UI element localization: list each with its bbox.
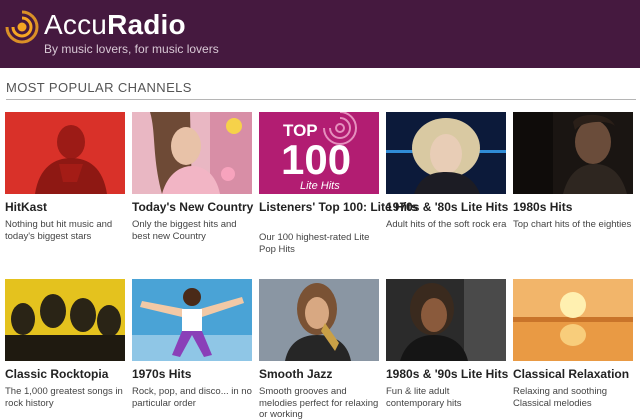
photo-blonde-singer-icon[interactable] <box>386 112 506 194</box>
channel-title[interactable]: Classical Relaxation <box>513 367 635 381</box>
channel-description: Nothing but hit music and today's bigges… <box>5 219 113 242</box>
channel-title[interactable]: Classic Rocktopia <box>5 367 127 381</box>
radio-waves-logo-icon[interactable] <box>4 9 40 45</box>
photo-jumping-performer-icon[interactable] <box>132 279 252 361</box>
brand-bold-text: Radio <box>107 9 186 40</box>
top100-sub-text: Lite Hits <box>300 180 340 192</box>
photo-country-artist-icon[interactable] <box>132 112 252 194</box>
channel-description: The 1,000 greatest songs in rock history <box>5 386 123 409</box>
channel-title[interactable]: 1980s & '90s Lite Hits <box>386 367 508 381</box>
site-header: AccuRadio By music lovers, for music lov… <box>0 0 640 68</box>
channel-description: Adult hits of the soft rock era <box>386 219 507 230</box>
channel-title[interactable]: Today's New Country <box>132 200 254 214</box>
photo-rock-band-icon[interactable] <box>5 279 125 361</box>
brand-tagline: By music lovers, for music lovers <box>44 42 219 56</box>
channel-description: Relaxing and soothing Classical melodies <box>513 386 608 409</box>
section-title: MOST POPULAR CHANNELS <box>6 80 192 95</box>
photo-sunset-reflection-icon[interactable] <box>513 279 633 361</box>
photo-red-artist-icon[interactable] <box>5 112 125 194</box>
section-divider <box>6 99 636 100</box>
channel-description: Smooth grooves and melodies perfect for … <box>259 386 379 419</box>
channel-description: Our 100 highest-rated Lite Pop Hits <box>259 232 370 255</box>
top100-number-text: 100 <box>281 136 351 183</box>
photo-saxophonist-icon[interactable] <box>259 279 379 361</box>
channel-description: Only the biggest hits and best new Count… <box>132 219 237 242</box>
photo-diva-singer-icon[interactable] <box>386 279 506 361</box>
photo-80s-singer-icon[interactable] <box>513 112 633 194</box>
channel-title[interactable]: Listeners' Top 100: Lite Hits <box>259 200 418 214</box>
channel-title[interactable]: 1970s Hits <box>132 367 254 381</box>
brand-light-text: Accu <box>44 9 108 40</box>
top100-logo-icon[interactable]: TOP 100 Lite Hits <box>259 112 379 194</box>
channel-description: Rock, pop, and disco... in no particular… <box>132 386 252 409</box>
channel-title[interactable]: Smooth Jazz <box>259 367 381 381</box>
brand-logo[interactable]: AccuRadio <box>44 10 186 40</box>
channel-title[interactable]: 1980s Hits <box>513 200 635 214</box>
channel-title[interactable]: HitKast <box>5 200 127 214</box>
channel-description: Fun & lite adult contemporary hits <box>386 386 462 409</box>
channel-description: Top chart hits of the eighties <box>513 219 632 230</box>
channel-title[interactable]: 1970s & '80s Lite Hits <box>386 200 508 214</box>
